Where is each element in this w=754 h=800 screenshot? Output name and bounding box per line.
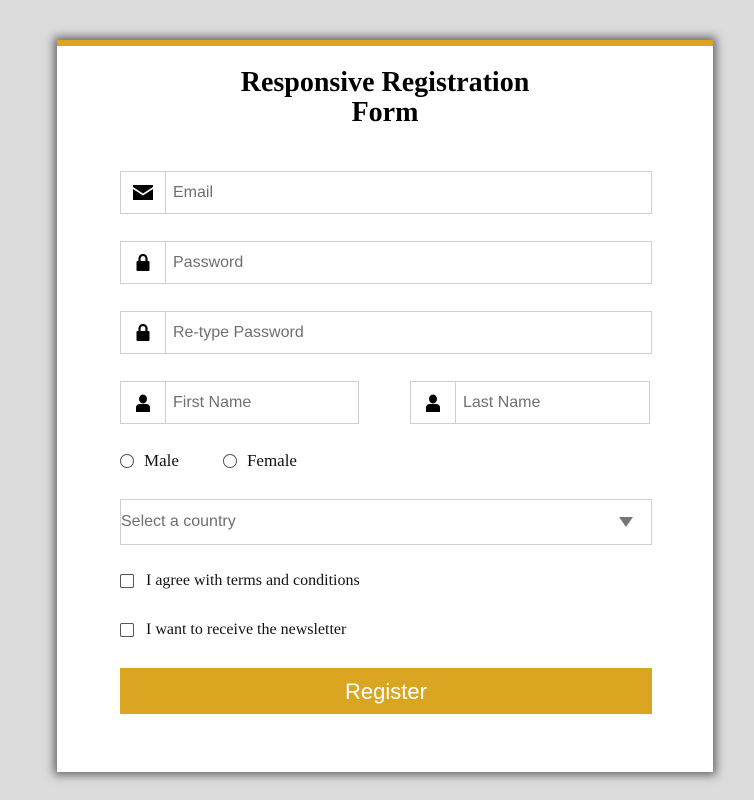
female-radio[interactable] [222, 454, 237, 468]
newsletter-checkbox-label: I want to receive the newsletter [146, 621, 347, 638]
terms-checkbox-row[interactable]: I agree with terms and conditions [120, 572, 360, 590]
male-radio-label: Male [144, 451, 179, 470]
gender-radio-group: Male Female [120, 451, 297, 471]
last-name-field[interactable] [410, 381, 650, 424]
form-title: Responsive Registration Form [57, 68, 713, 128]
retype-password-input[interactable] [173, 312, 633, 353]
country-select-value: Select a country [121, 513, 236, 530]
lock-icon [121, 242, 166, 283]
lock-icon [121, 312, 166, 353]
first-name-input[interactable] [173, 382, 353, 423]
password-field[interactable] [120, 241, 652, 284]
form-title-line-1: Responsive Registration [240, 67, 530, 98]
registration-card: Responsive Registration Form Email First… [57, 40, 713, 772]
terms-checkbox-label: I agree with terms and conditions [146, 572, 360, 589]
form-title-line-2: Form [351, 97, 419, 128]
newsletter-checkbox[interactable] [120, 623, 134, 637]
register-button[interactable]: Register [120, 668, 652, 714]
newsletter-checkbox-row[interactable]: I want to receive the newsletter [120, 621, 346, 639]
terms-checkbox[interactable] [120, 574, 134, 588]
female-radio-label: Female [246, 451, 297, 470]
last-name-input[interactable] [463, 382, 643, 423]
email-field[interactable] [120, 171, 652, 214]
envelope-icon [121, 172, 166, 213]
retype-password-field[interactable] [120, 311, 652, 354]
country-select[interactable]: Select a country [120, 499, 652, 545]
male-radio[interactable] [120, 454, 134, 468]
user-icon [411, 382, 456, 423]
gender-option-male[interactable]: Male [120, 451, 179, 471]
email-input[interactable] [173, 172, 633, 213]
gender-option-female[interactable]: Female [222, 451, 297, 471]
first-name-field[interactable] [120, 381, 359, 424]
user-icon [121, 382, 166, 423]
password-input[interactable] [173, 242, 633, 283]
caret-down-icon [619, 517, 633, 527]
